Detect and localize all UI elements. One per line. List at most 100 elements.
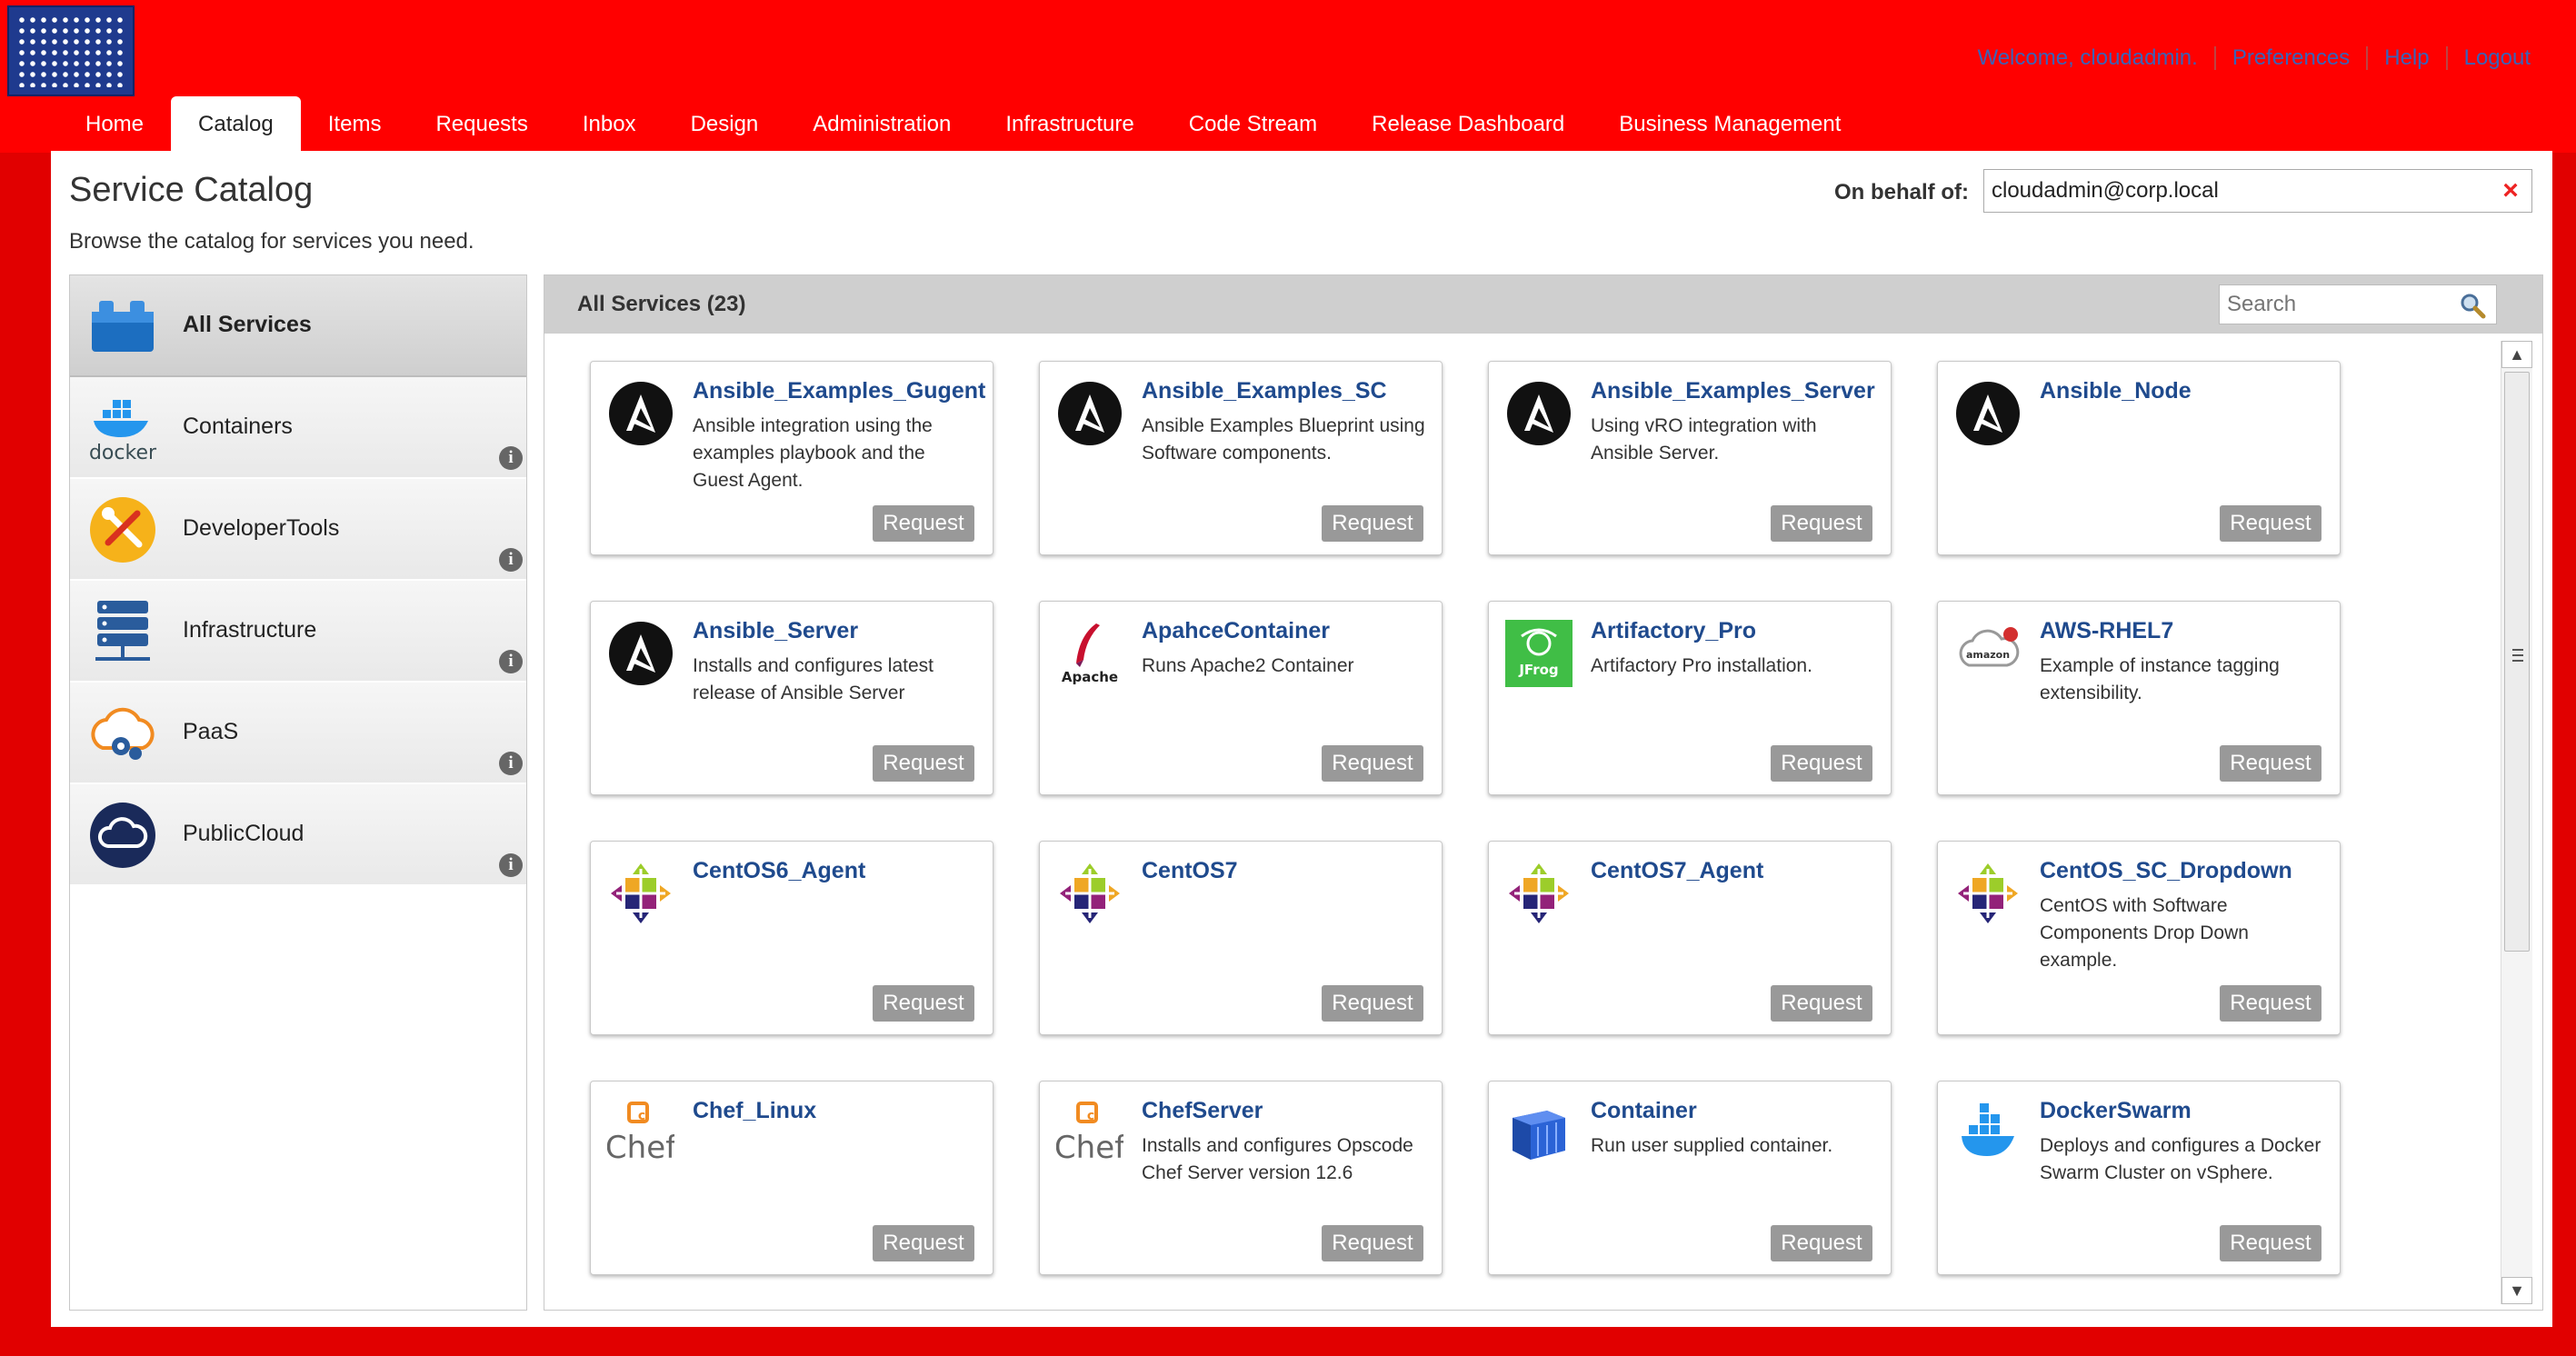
request-button[interactable]: Request (873, 505, 974, 542)
tab-inbox[interactable]: Inbox (555, 96, 664, 151)
service-card: c Chef ChefServer Installs and configures O… (1039, 1081, 1443, 1275)
page-title: Service Catalog (69, 171, 314, 209)
sidebar-item-containers[interactable]: docker Containers i (70, 377, 526, 479)
tab-home[interactable]: Home (58, 96, 171, 151)
behalf-label: On behalf of: (1834, 180, 1969, 204)
request-button[interactable]: Request (873, 985, 974, 1022)
sidebar-item-all-services[interactable]: All Services (70, 275, 526, 377)
service-name-link[interactable]: Ansible_Examples_Server (1591, 378, 1875, 404)
container-icon (1505, 1100, 1573, 1167)
jfrog-icon: JFrog (1505, 620, 1573, 687)
ansible-icon (1056, 380, 1123, 447)
sidebar-item-paas[interactable]: PaaS i (70, 683, 526, 784)
sidebar-item-developertools[interactable]: DeveloperTools i (70, 479, 526, 581)
vertical-scrollbar[interactable]: ▲ ▼ (2501, 341, 2532, 1304)
service-description: CentOS with Software Components Drop Dow… (2040, 895, 2249, 971)
scroll-down-button[interactable]: ▼ (2501, 1277, 2532, 1304)
service-name-link[interactable]: Artifactory_Pro (1591, 618, 1756, 644)
request-button[interactable]: Request (1322, 745, 1423, 782)
info-icon[interactable]: i (499, 446, 523, 470)
logout-link[interactable]: Logout (2464, 45, 2531, 71)
tab-design[interactable]: Design (664, 96, 786, 151)
service-card: Ansible_Server Installs and configures la… (590, 601, 993, 795)
service-card: Ansible_Node Request (1937, 361, 2341, 555)
service-name-link[interactable]: CentOS6_Agent (693, 858, 865, 884)
info-icon[interactable]: i (499, 548, 523, 572)
service-card: CentOS_SC_Dropdown CentOS with Software C… (1937, 841, 2341, 1035)
info-icon[interactable]: i (499, 752, 523, 775)
svg-text:c: c (638, 1109, 645, 1123)
service-name-link[interactable]: CentOS7 (1142, 858, 1238, 884)
tab-business-management[interactable]: Business Management (1592, 96, 1868, 151)
request-button[interactable]: Request (1322, 505, 1423, 542)
tab-items[interactable]: Items (301, 96, 409, 151)
tab-code-stream[interactable]: Code Stream (1162, 96, 1344, 151)
tab-release-dashboard[interactable]: Release Dashboard (1344, 96, 1592, 151)
main-nav: Home Catalog Items Requests Inbox Design Admin… (58, 96, 1868, 151)
docker-swarm-icon (1954, 1100, 2022, 1167)
sidebar-item-label: Infrastructure (183, 617, 317, 643)
request-button[interactable]: Request (1322, 985, 1423, 1022)
behalf-input[interactable] (1984, 170, 2490, 212)
request-button[interactable]: Request (1771, 1225, 1872, 1261)
service-name-link[interactable]: ChefServer (1142, 1098, 1263, 1124)
service-name-link[interactable]: Ansible_Examples_Gugent (693, 378, 985, 404)
sidebar-item-infrastructure[interactable]: Infrastructure i (70, 581, 526, 683)
service-name-link[interactable]: Container (1591, 1098, 1697, 1124)
clear-icon[interactable]: × (2497, 177, 2524, 204)
request-button[interactable]: Request (1771, 745, 1872, 782)
ansible-icon (607, 620, 674, 687)
svg-text:c: c (1087, 1109, 1094, 1123)
request-button[interactable]: Request (1771, 505, 1872, 542)
service-card: CentOS7 Request (1039, 841, 1443, 1035)
request-button[interactable]: Request (873, 1225, 974, 1261)
service-description: Deploys and configures a Docker Swarm Cl… (2040, 1135, 2321, 1183)
sidebar-item-label: All Services (183, 312, 312, 337)
service-name-link[interactable]: Ansible_Node (2040, 378, 2192, 404)
apache-icon: Apache (1056, 620, 1123, 687)
request-button[interactable]: Request (2220, 505, 2321, 542)
sidebar-item-label: DeveloperTools (183, 515, 340, 541)
user-links: Welcome, cloudadmin. Preferences Help Lo… (1977, 45, 2531, 71)
request-button[interactable]: Request (2220, 985, 2321, 1022)
svg-text:amazon: amazon (1966, 649, 2010, 661)
service-name-link[interactable]: CentOS7_Agent (1591, 858, 1763, 884)
service-name-link[interactable]: DockerSwarm (2040, 1098, 2192, 1124)
ansible-icon (1954, 380, 2022, 447)
service-card: Ansible_Examples_Server Using vRO integra… (1488, 361, 1892, 555)
service-card: c Chef Chef_Linux Request (590, 1081, 993, 1275)
request-button[interactable]: Request (2220, 1225, 2321, 1261)
request-button[interactable]: Request (1771, 985, 1872, 1022)
scroll-thumb[interactable] (2504, 372, 2530, 952)
sidebar-item-label: PublicCloud (183, 821, 305, 846)
service-card: Ansible_Examples_SC Ansible Examples Blue… (1039, 361, 1443, 555)
service-name-link[interactable]: Chef_Linux (693, 1098, 816, 1124)
info-icon[interactable]: i (499, 650, 523, 673)
help-link[interactable]: Help (2384, 45, 2429, 71)
info-icon[interactable]: i (499, 853, 523, 877)
tab-catalog[interactable]: Catalog (171, 96, 301, 151)
request-button[interactable]: Request (873, 745, 974, 782)
service-name-link[interactable]: Ansible_Examples_SC (1142, 378, 1387, 404)
service-description: Example of instance tagging extensibilit… (2040, 655, 2280, 703)
search-icon[interactable] (2458, 291, 2487, 320)
tab-infrastructure[interactable]: Infrastructure (978, 96, 1161, 151)
tab-administration[interactable]: Administration (785, 96, 978, 151)
service-name-link[interactable]: Ansible_Server (693, 618, 858, 644)
request-button[interactable]: Request (1322, 1225, 1423, 1261)
search-box[interactable] (2219, 284, 2497, 324)
preferences-link[interactable]: Preferences (2232, 45, 2350, 71)
service-name-link[interactable]: CentOS_SC_Dropdown (2040, 858, 2292, 884)
request-button[interactable]: Request (2220, 745, 2321, 782)
service-name-link[interactable]: AWS-RHEL7 (2040, 618, 2173, 644)
sidebar-item-publiccloud[interactable]: PublicCloud i (70, 784, 526, 886)
service-card: Container Run user supplied container. Req… (1488, 1081, 1892, 1275)
services-area: All Services (23) Ansible_Examples_Gugen… (544, 274, 2543, 1311)
service-card: Ansible_Examples_Gugent Ansible integrati… (590, 361, 993, 555)
scroll-up-button[interactable]: ▲ (2501, 341, 2532, 368)
tab-requests[interactable]: Requests (408, 96, 554, 151)
behalf-field[interactable]: × (1983, 169, 2532, 213)
server-icon (88, 597, 157, 666)
search-input[interactable] (2220, 285, 2461, 324)
service-name-link[interactable]: ApahceContainer (1142, 618, 1330, 644)
